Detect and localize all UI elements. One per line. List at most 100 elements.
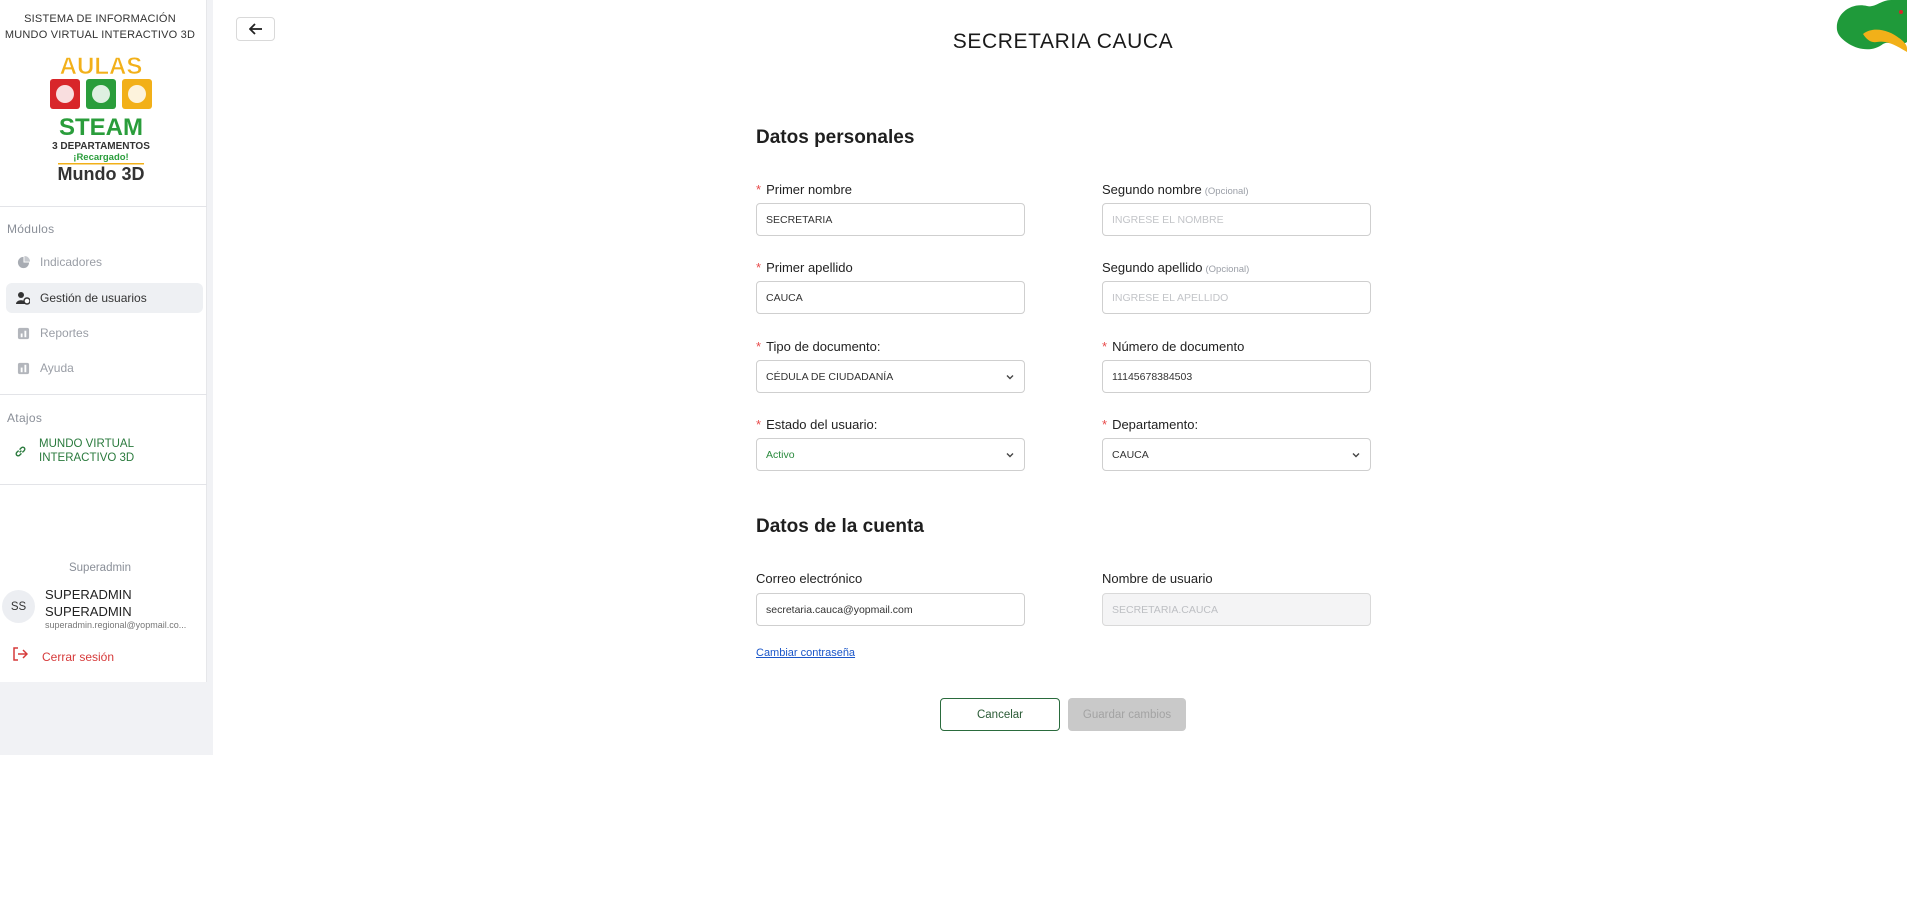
required-mark: * <box>1102 417 1108 432</box>
doc-number-input[interactable]: 11145678384503 <box>1102 360 1371 393</box>
back-button[interactable] <box>236 17 275 41</box>
shortcut-label-line1: MUNDO VIRTUAL <box>39 438 134 450</box>
section-title-personal: Datos personales <box>756 127 915 148</box>
doc-type-label: * Tipo de documento: <box>756 339 881 354</box>
email-label-text: Correo electrónico <box>756 571 863 586</box>
system-title: SISTEMA DE INFORMACIÓN MUNDO VIRTUAL INT… <box>0 11 200 43</box>
first-lastname-label-text: Primer apellido <box>766 260 853 275</box>
logo-line5: Mundo 3D <box>58 164 145 184</box>
email-label: Correo electrónico <box>756 571 862 586</box>
decorative-blob <box>1836 0 1907 52</box>
logo-line2: STEAM <box>59 114 143 141</box>
department-value: CAUCA <box>1112 448 1149 461</box>
sidebar-item-label: Gestión de usuarios <box>40 291 147 305</box>
sidebar-item-ayuda[interactable]: Ayuda <box>6 353 203 383</box>
sidebar-item-label: Indicadores <box>40 255 103 269</box>
change-password-link[interactable]: Cambiar contraseña <box>756 647 855 659</box>
shortcut-label-line2: INTERACTIVO 3D <box>39 452 135 464</box>
optional-tag: (Opcional) <box>1205 264 1250 275</box>
first-name-input[interactable]: SECRETARIA <box>756 203 1025 236</box>
doc-number-label: * Número de documento <box>1102 339 1244 354</box>
link-icon <box>14 445 27 463</box>
shortcut-mundo-virtual[interactable]: MUNDO VIRTUAL INTERACTIVO 3D <box>14 437 149 465</box>
sidebar-item-reportes[interactable]: Reportes <box>6 318 203 348</box>
arrow-left-icon <box>248 23 262 35</box>
doc-type-label-text: Tipo de documento <box>766 339 877 354</box>
status-select[interactable]: Activo <box>756 438 1025 471</box>
sidebar-item-gestion-usuarios[interactable]: Gestión de usuarios <box>6 283 203 313</box>
user-role: Superadmin <box>68 562 131 574</box>
sidebar-item-label: Reportes <box>40 326 89 340</box>
sidebar-item-label: Ayuda <box>40 361 74 375</box>
modules-label: Módulos <box>7 222 55 236</box>
user-name: SUPERADMIN SUPERADMIN <box>45 586 195 620</box>
second-lastname-label-text: Segundo apellido <box>1102 260 1203 275</box>
save-button[interactable]: Guardar cambios <box>1068 698 1186 731</box>
chevron-down-icon <box>1352 452 1360 457</box>
department-select[interactable]: CAUCA <box>1102 438 1371 471</box>
avatar: SS <box>2 590 35 623</box>
section-title-account: Datos de la cuenta <box>756 516 924 537</box>
user-email: superadmin.regional@yopmail.co... <box>45 620 187 630</box>
second-name-label: Segundo nombre (Opcional) <box>1102 182 1249 197</box>
system-title-line2: MUNDO VIRTUAL INTERACTIVO 3D <box>4 29 196 41</box>
second-name-label-text: Segundo nombre <box>1102 182 1202 197</box>
sidebar-background: SISTEMA DE INFORMACIÓN MUNDO VIRTUAL INT… <box>0 0 213 755</box>
doc-number-label-text: Número de documento <box>1112 339 1245 354</box>
cancel-button[interactable]: Cancelar <box>940 698 1060 731</box>
chevron-down-icon <box>1006 374 1014 379</box>
doc-type-select[interactable]: CÉDULA DE CIUDADANÍA <box>756 360 1025 393</box>
label-colon: : <box>876 339 881 354</box>
status-label: * Estado del usuario: <box>756 417 877 432</box>
label-colon: : <box>873 417 878 432</box>
help-icon <box>16 361 30 375</box>
first-name-label: * Primer nombre <box>756 182 852 197</box>
required-mark: * <box>756 417 762 432</box>
required-mark: * <box>756 339 762 354</box>
sidebar-divider <box>0 484 207 485</box>
user-name-line1: SUPERADMIN <box>45 587 132 602</box>
sidebar-divider <box>0 206 207 207</box>
logout-label: Cerrar sesión <box>42 649 115 664</box>
shortcut-label: MUNDO VIRTUAL INTERACTIVO 3D <box>39 437 149 465</box>
shortcuts-label: Atajos <box>7 411 43 425</box>
first-name-label-text: Primer nombre <box>766 182 853 197</box>
logo-map-1 <box>56 85 74 103</box>
username-label: Nombre de usuario <box>1102 571 1213 586</box>
first-lastname-input[interactable]: CAUCA <box>756 281 1025 314</box>
logo-line1: AULAS <box>60 53 143 80</box>
user-name-line2: SUPERADMIN <box>45 604 132 619</box>
second-lastname-input[interactable]: INGRESE EL APELLIDO <box>1102 281 1371 314</box>
sidebar-item-indicadores[interactable]: Indicadores <box>6 247 203 277</box>
optional-tag: (Opcional) <box>1204 186 1249 197</box>
aulas-steam-logo: AULAS STEAM 3 DEPARTAMENTOS ¡Recargado! … <box>50 53 152 184</box>
required-mark: * <box>756 260 762 275</box>
system-title-line1: SISTEMA DE INFORMACIÓN <box>24 13 176 25</box>
logo-line4: ¡Recargado! <box>73 152 128 163</box>
page-title: SECRETARIA CAUCA <box>952 30 1174 53</box>
logout-button[interactable]: Cerrar sesión <box>12 647 114 666</box>
doc-type-value: CÉDULA DE CIUDADANÍA <box>766 370 894 383</box>
pie-chart-icon <box>16 255 30 269</box>
label-colon: : <box>1194 417 1199 432</box>
first-lastname-label: * Primer apellido <box>756 260 853 275</box>
sidebar-divider <box>0 394 207 395</box>
report-icon <box>16 326 30 340</box>
email-field[interactable]: secretaria.cauca@yopmail.com <box>756 593 1025 626</box>
status-value: Activo <box>766 448 795 461</box>
user-gear-icon <box>16 291 30 305</box>
logout-icon <box>12 647 29 666</box>
department-label-text: Departamento <box>1112 417 1195 432</box>
chevron-down-icon <box>1006 452 1014 457</box>
department-label: * Departamento: <box>1102 417 1198 432</box>
logo-line3: 3 DEPARTAMENTOS <box>52 141 150 152</box>
logo-map-2 <box>92 85 110 103</box>
required-mark: * <box>1102 339 1108 354</box>
required-mark: * <box>756 182 762 197</box>
sidebar: SISTEMA DE INFORMACIÓN MUNDO VIRTUAL INT… <box>0 0 207 682</box>
second-lastname-label: Segundo apellido (Opcional) <box>1102 260 1249 275</box>
username-input: SECRETARIA.CAUCA <box>1102 593 1371 626</box>
second-name-input[interactable]: INGRESE EL NOMBRE <box>1102 203 1371 236</box>
username-label-text: Nombre de usuario <box>1102 571 1213 586</box>
logo-map-3 <box>128 85 146 103</box>
